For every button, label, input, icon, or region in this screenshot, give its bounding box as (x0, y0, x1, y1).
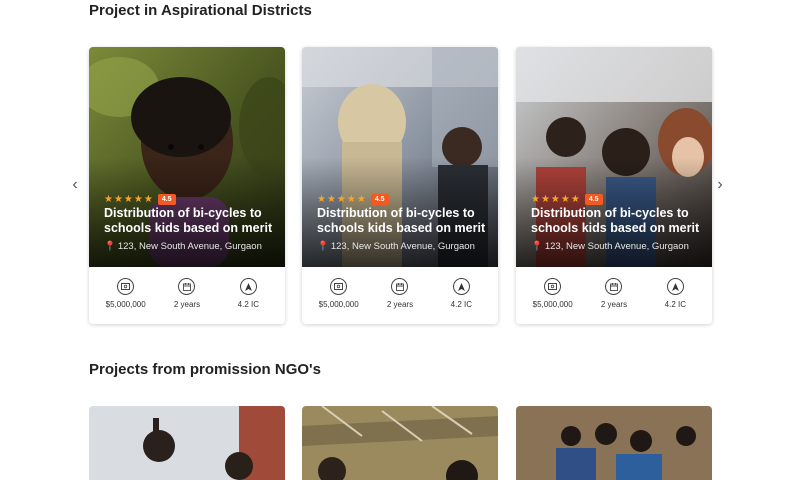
project-card[interactable]: ★★★★★ 4.5 Distribution of bi-cycles to s… (89, 47, 285, 324)
impact-value: 4.2 IC (450, 300, 472, 309)
map-pin-icon: 📍 (104, 241, 116, 252)
ngo-project-image[interactable] (89, 406, 285, 480)
duration-value: 2 years (600, 300, 628, 309)
navigation-arrow-icon (452, 278, 470, 295)
section-title-aspirational: Project in Aspirational Districts (89, 2, 312, 19)
impact-value: 4.2 IC (664, 300, 686, 309)
stat-budget: $5,000,000 (523, 278, 583, 309)
budget-value: $5,000,000 (318, 300, 359, 309)
budget-value: $5,000,000 (532, 300, 573, 309)
duration-value: 2 years (386, 300, 414, 309)
location-text: 123, New South Avenue, Gurgaon (117, 241, 262, 252)
navigation-arrow-icon (239, 278, 257, 295)
project-card[interactable]: ★★★★★ 4.5 Distribution of bi-cycles to s… (302, 47, 498, 324)
chevron-left-icon[interactable]: ‹ (68, 176, 82, 194)
stat-budget: $5,000,000 (96, 278, 156, 309)
calendar-icon (605, 278, 623, 295)
money-icon (544, 278, 562, 295)
project-location: 📍 123, New South Avenue, Gurgaon (317, 241, 495, 252)
map-pin-icon: 📍 (531, 241, 543, 252)
money-icon (330, 278, 348, 295)
rating: ★★★★★ 4.5 (531, 194, 603, 205)
calendar-icon (178, 278, 196, 295)
project-title[interactable]: Distribution of bi-cycles to schools kid… (317, 206, 493, 236)
chevron-right-icon[interactable]: › (713, 176, 727, 194)
duration-value: 2 years (173, 300, 201, 309)
stat-duration: 2 years (157, 278, 217, 309)
stat-duration: 2 years (370, 278, 430, 309)
stat-duration: 2 years (584, 278, 644, 309)
project-title[interactable]: Distribution of bi-cycles to schools kid… (531, 206, 707, 236)
rating-badge: 4.5 (370, 194, 389, 205)
rating: ★★★★★ 4.5 (317, 194, 389, 205)
stat-impact: 4.2 IC (645, 278, 705, 309)
impact-value: 4.2 IC (237, 300, 259, 309)
rating-stars: ★★★★★ (531, 194, 581, 205)
calendar-icon (391, 278, 409, 295)
project-location: 📍 123, New South Avenue, Gurgaon (531, 241, 709, 252)
rating-stars: ★★★★★ (317, 194, 367, 205)
project-title[interactable]: Distribution of bi-cycles to schools kid… (104, 206, 280, 236)
money-icon (117, 278, 135, 295)
ngo-project-image[interactable] (302, 406, 498, 480)
stat-impact: 4.2 IC (218, 278, 278, 309)
stat-impact: 4.2 IC (431, 278, 491, 309)
rating-stars: ★★★★★ (104, 194, 154, 205)
ngo-project-image[interactable] (516, 406, 712, 480)
budget-value: $5,000,000 (105, 300, 146, 309)
location-text: 123, New South Avenue, Gurgaon (330, 241, 475, 252)
rating-badge: 4.5 (157, 194, 176, 205)
project-location: 📍 123, New South Avenue, Gurgaon (104, 241, 282, 252)
project-stats: $5,000,000 2 years 4.2 IC (516, 267, 712, 324)
rating: ★★★★★ 4.5 (104, 194, 176, 205)
project-stats: $5,000,000 2 years 4.2 IC (89, 267, 285, 324)
location-text: 123, New South Avenue, Gurgaon (544, 241, 689, 252)
map-pin-icon: 📍 (317, 241, 329, 252)
project-stats: $5,000,000 2 years 4.2 IC (302, 267, 498, 324)
navigation-arrow-icon (666, 278, 684, 295)
section-title-ngo: Projects from promission NGO's (89, 361, 321, 378)
rating-badge: 4.5 (584, 194, 603, 205)
stat-budget: $5,000,000 (309, 278, 369, 309)
project-card[interactable]: ★★★★★ 4.5 Distribution of bi-cycles to s… (516, 47, 712, 324)
